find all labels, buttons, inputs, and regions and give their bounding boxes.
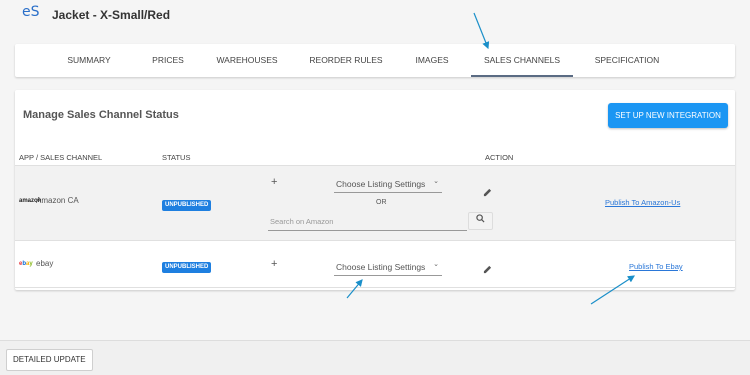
footer-bar: DETAILED UPDATE	[0, 340, 750, 375]
arrow-to-publish-ebay	[590, 275, 636, 305]
arrow-to-listing-select	[346, 279, 363, 299]
annotation-arrows	[346, 12, 636, 305]
detailed-update-button[interactable]: DETAILED UPDATE	[6, 349, 93, 371]
arrow-to-sales-channels-tab	[473, 12, 490, 50]
